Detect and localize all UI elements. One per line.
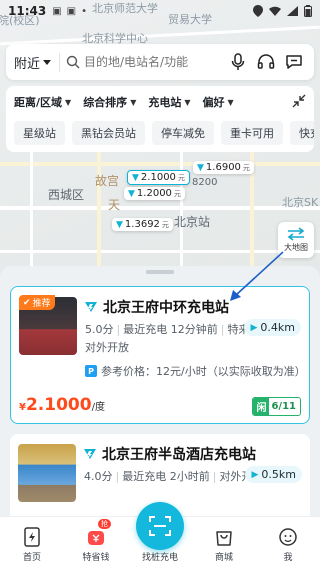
parking-icon: P	[85, 365, 97, 377]
filter-distance-area[interactable]: 距离/区域 ▼	[14, 94, 71, 110]
reference-price: P 参考价格：12元/小时（以实际收取为准）	[85, 363, 306, 379]
map-label: 北京站	[174, 215, 211, 229]
caret-down-icon: ▼	[184, 97, 191, 107]
location-icon	[253, 5, 263, 17]
map-label: 北京SK	[282, 196, 319, 209]
signal-icon	[287, 6, 298, 16]
station-name: 北京王府中环充电站	[103, 300, 229, 316]
big-map-button[interactable]: 大地图	[278, 222, 314, 258]
filter-sort[interactable]: 综合排序 ▼	[83, 94, 136, 110]
recommend-badge: ✔ 推荐	[19, 295, 55, 310]
nearby-label: 附近	[14, 56, 41, 72]
dot-icon: •	[81, 5, 88, 17]
collapse-button[interactable]	[292, 94, 306, 111]
status-bar: 11:43 ▣ ▣ •	[0, 0, 320, 22]
navigate-icon: ▶	[250, 322, 258, 333]
chip-parking-discount[interactable]: 停车减免	[152, 121, 214, 145]
station-type-icon	[85, 302, 97, 312]
price-pin-selected[interactable]: ▼ 2.1000 元	[127, 170, 190, 185]
filter-station-type[interactable]: 充电站 ▼	[148, 94, 190, 110]
nav-badge: 抢	[98, 519, 111, 529]
search-icon	[66, 55, 80, 69]
station-name-row: 北京王府半岛酒店充电站	[84, 444, 256, 464]
profile-icon	[279, 528, 297, 546]
message-icon	[286, 55, 302, 69]
price-pin[interactable]: ▼ 1.3692 元	[112, 218, 173, 231]
station-meta: 4.0分 | 最近充电 2小时前 | 对外开放	[84, 470, 264, 483]
map-label: 西城区	[48, 188, 85, 202]
caret-down-icon: ▼	[227, 97, 234, 107]
station-rating: 5.0分	[85, 323, 114, 336]
home-bolt-icon	[24, 527, 40, 547]
bolt-icon: ▼	[132, 172, 139, 183]
station-price: ¥2.1000/度	[19, 395, 105, 415]
scan-icon	[149, 516, 171, 536]
station-photo	[18, 444, 76, 502]
last-charge: 最近充电 12分钟前	[123, 323, 218, 336]
microphone-icon	[231, 53, 245, 70]
collapse-arrows-icon	[292, 94, 306, 107]
station-name: 北京王府半岛酒店充电站	[102, 447, 256, 463]
price-pin[interactable]: ▼ 1.2000 元	[124, 187, 185, 200]
distance-pill[interactable]: ▶ 0.4km	[244, 319, 301, 336]
map-road	[0, 25, 320, 46]
big-map-label: 大地图	[284, 243, 308, 252]
caret-down-icon	[43, 59, 52, 65]
customer-service-button[interactable]	[254, 50, 278, 74]
last-charge: 最近充电 2小时前	[122, 470, 210, 483]
chip-heavy-truck[interactable]: 重卡可用	[221, 121, 283, 145]
swap-icon	[287, 227, 305, 241]
headset-icon	[257, 54, 275, 69]
bolt-icon: ▼	[197, 162, 204, 173]
filter-panel: 距离/区域 ▼ 综合排序 ▼ 充电站 ▼ 偏好 ▼ 星级站 黑钻会员站 停车减免 重卡可…	[6, 86, 314, 152]
map-road	[0, 162, 320, 166]
map-label: 故宫	[95, 174, 120, 188]
caret-down-icon: ▼	[65, 97, 72, 107]
navigate-icon: ▶	[251, 469, 259, 480]
bolt-icon: ▼	[116, 219, 123, 230]
thumb-up-icon: ✔	[23, 297, 31, 308]
filter-preference[interactable]: 偏好 ▼	[203, 94, 234, 110]
bolt-icon: ▼	[128, 188, 135, 199]
wifi-icon	[269, 6, 281, 16]
availability-badge: 闲 6/11	[252, 397, 301, 416]
money-bag-icon	[88, 531, 104, 545]
chip-fast-charge[interactable]: 快充	[290, 121, 314, 145]
nav-save-money[interactable]: 抢 特省钱	[64, 517, 128, 568]
station-card[interactable]: ✔ 推荐 北京王府中环充电站 5.0分|最近充电 12分钟前|特来电权益 对外开…	[10, 286, 310, 424]
scan-charge-button[interactable]	[136, 502, 184, 550]
image-icon: ▣	[52, 5, 62, 17]
chip-star-station[interactable]: 星级站	[14, 121, 65, 145]
search-input[interactable]	[84, 55, 222, 69]
gallery-icon: ▣	[66, 5, 77, 17]
caret-down-icon: ▼	[130, 97, 137, 107]
station-list-sheet[interactable]: ✔ 推荐 北京王府中环充电站 5.0分|最近充电 12分钟前|特来电权益 对外开…	[0, 266, 320, 524]
nav-mall[interactable]: 商城	[192, 517, 256, 568]
status-time: 11:43	[8, 4, 47, 18]
station-name-row: 北京王府中环充电站	[85, 297, 229, 317]
price-pin[interactable]: ▼ 1.6900 元	[193, 161, 254, 174]
nav-home[interactable]: 首页	[0, 517, 64, 568]
map-label: 8200	[192, 177, 218, 188]
map-road	[0, 250, 320, 253]
battery-icon	[304, 5, 312, 17]
chip-black-diamond[interactable]: 黑钻会员站	[72, 121, 145, 145]
shopping-bag-icon	[216, 531, 232, 546]
station-type-icon	[84, 449, 96, 459]
nav-me[interactable]: 我	[256, 517, 320, 568]
station-rating: 4.0分	[84, 470, 113, 483]
search-bar: 附近	[6, 44, 314, 80]
message-button[interactable]	[282, 50, 306, 74]
nearby-dropdown[interactable]: 附近	[14, 52, 61, 72]
map-road	[0, 206, 320, 210]
drag-handle[interactable]	[146, 270, 174, 274]
voice-button[interactable]	[226, 50, 250, 74]
map-label: 天	[108, 198, 121, 212]
distance-pill[interactable]: ▶ 0.5km	[245, 466, 302, 483]
station-open-status: 对外开放	[85, 341, 129, 354]
